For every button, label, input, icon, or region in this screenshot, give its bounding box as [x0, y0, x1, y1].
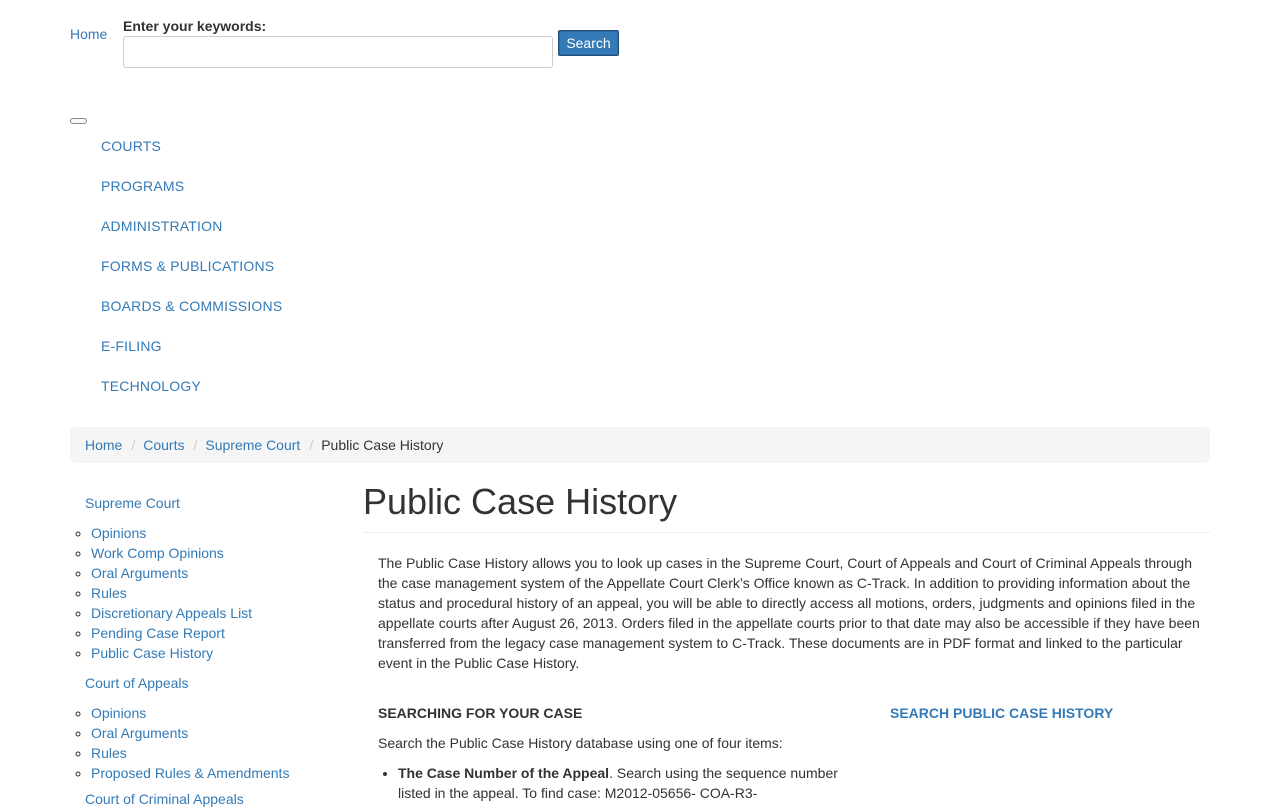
sidebar-link-coa-oral-arguments[interactable]: Oral Arguments [91, 725, 188, 741]
sidebar-heading-court-of-criminal-appeals[interactable]: Court of Criminal Appeals [85, 791, 244, 807]
search-public-case-history-link[interactable]: SEARCH PUBLIC CASE HISTORY [890, 705, 1113, 721]
page-title: Public Case History [363, 481, 678, 522]
sidebar-link-rules[interactable]: Rules [91, 585, 127, 601]
sidebar-item: Public Case History [91, 645, 252, 665]
nav-item-e-filing: E-FILING [101, 338, 282, 378]
breadcrumb: Home / Courts / Supreme Court / Public Case Hi… [70, 427, 1210, 463]
section-heading: SEARCHING FOR YOUR CASE [378, 705, 583, 721]
breadcrumb-home[interactable]: Home [85, 437, 122, 453]
sidebar-link-coa-opinions[interactable]: Opinions [91, 705, 146, 721]
nav-link-administration[interactable]: ADMINISTRATION [101, 218, 223, 234]
main-navigation: COURTS PROGRAMS ADMINISTRATION FORMS & P… [101, 138, 282, 418]
sidebar-link-discretionary-appeals-list[interactable]: Discretionary Appeals List [91, 605, 252, 621]
sidebar-item: Pending Case Report [91, 625, 252, 645]
breadcrumb-separator: / [309, 437, 314, 453]
sidebar-item: Opinions [91, 525, 252, 545]
sidebar-link-opinions[interactable]: Opinions [91, 525, 146, 541]
sidebar-item: Opinions [91, 705, 289, 725]
sidebar-item: Rules [91, 745, 289, 765]
nav-toggle-button[interactable] [70, 118, 87, 124]
breadcrumb-courts[interactable]: Courts [143, 437, 184, 453]
search-button[interactable]: Search [558, 30, 619, 56]
nav-item-courts: COURTS [101, 138, 282, 178]
sidebar-heading-court-of-appeals[interactable]: Court of Appeals [85, 675, 189, 691]
nav-item-boards-commissions: BOARDS & COMMISSIONS [101, 298, 282, 338]
nav-link-e-filing[interactable]: E-FILING [101, 338, 162, 354]
breadcrumb-separator: / [131, 437, 136, 453]
nav-link-forms-publications[interactable]: FORMS & PUBLICATIONS [101, 258, 274, 274]
nav-item-technology: TECHNOLOGY [101, 378, 282, 418]
sidebar-item: Proposed Rules & Amendments [91, 765, 289, 785]
sidebar-link-work-comp-opinions[interactable]: Work Comp Opinions [91, 545, 224, 561]
sidebar-item: Oral Arguments [91, 565, 252, 585]
title-divider [363, 532, 1210, 533]
sidebar-item: Oral Arguments [91, 725, 289, 745]
list-item: The Case Number of the Appeal. Search us… [398, 763, 848, 803]
keywords-label: Enter your keywords: [123, 18, 267, 34]
nav-link-programs[interactable]: PROGRAMS [101, 178, 184, 194]
bullet-bold-text: The Case Number of the Appeal [398, 765, 610, 781]
intro-paragraph: The Public Case History allows you to lo… [378, 555, 1200, 671]
sidebar-link-oral-arguments[interactable]: Oral Arguments [91, 565, 188, 581]
sidebar-item: Work Comp Opinions [91, 545, 252, 565]
nav-item-programs: PROGRAMS [101, 178, 282, 218]
section-text: Search the Public Case History database … [378, 735, 783, 751]
search-items-list: The Case Number of the Appeal. Search us… [382, 763, 848, 803]
sidebar-link-coa-rules[interactable]: Rules [91, 745, 127, 761]
breadcrumb-current: Public Case History [321, 437, 444, 453]
nav-item-forms-publications: FORMS & PUBLICATIONS [101, 258, 282, 298]
nav-link-technology[interactable]: TECHNOLOGY [101, 378, 201, 394]
nav-link-courts[interactable]: COURTS [101, 138, 161, 154]
home-logo-link[interactable]: Home [70, 26, 107, 42]
sidebar-list-court-of-appeals: Opinions Oral Arguments Rules Proposed R… [76, 705, 289, 785]
sidebar-item: Rules [91, 585, 252, 605]
sidebar-link-proposed-rules-amendments[interactable]: Proposed Rules & Amendments [91, 765, 289, 781]
breadcrumb-separator: / [193, 437, 198, 453]
sidebar-list-supreme-court: Opinions Work Comp Opinions Oral Argumen… [76, 525, 252, 665]
keywords-search-input[interactable] [123, 36, 553, 68]
breadcrumb-supreme-court[interactable]: Supreme Court [205, 437, 300, 453]
sidebar-link-pending-case-report[interactable]: Pending Case Report [91, 625, 225, 641]
sidebar-link-public-case-history[interactable]: Public Case History [91, 645, 213, 661]
nav-item-administration: ADMINISTRATION [101, 218, 282, 258]
sidebar-heading-supreme-court[interactable]: Supreme Court [85, 495, 180, 511]
nav-link-boards-commissions[interactable]: BOARDS & COMMISSIONS [101, 298, 282, 314]
sidebar-item: Discretionary Appeals List [91, 605, 252, 625]
